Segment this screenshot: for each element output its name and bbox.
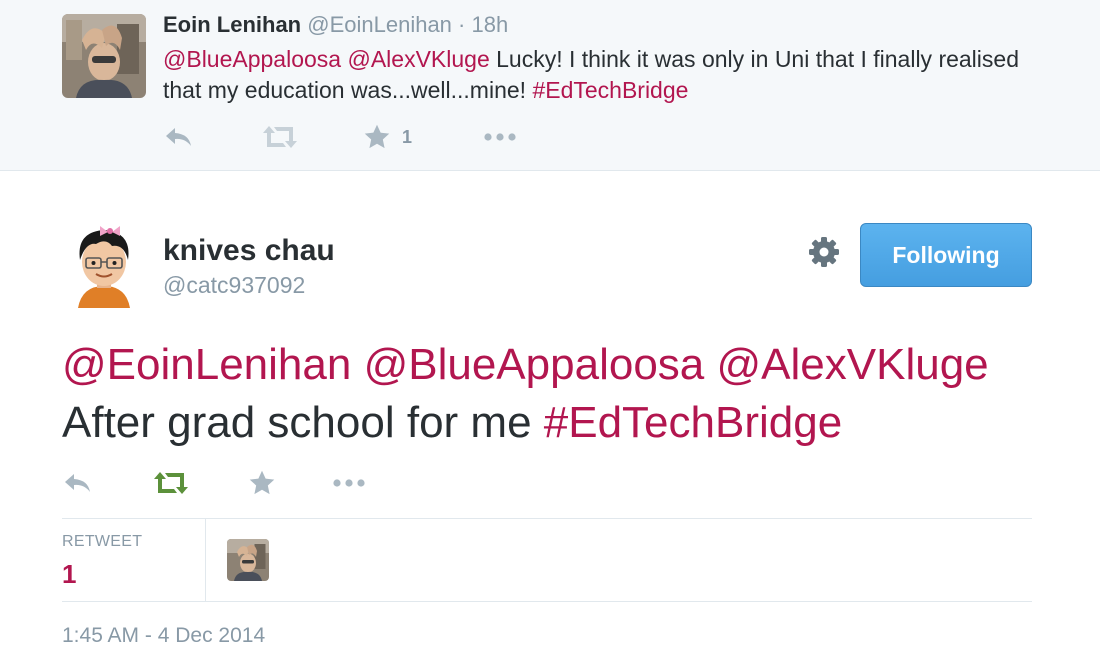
- star-icon: [364, 124, 390, 149]
- tweet-text: @BlueAppaloosa @AlexVKluge Lucky! I thin…: [163, 44, 1063, 106]
- avatar[interactable]: [62, 222, 146, 308]
- author-name[interactable]: Eoin Lenihan: [163, 12, 301, 37]
- favorite-count: 1: [402, 126, 413, 147]
- author-name[interactable]: knives chau: [163, 234, 335, 268]
- more-button[interactable]: [332, 466, 366, 500]
- tweet-header: Eoin Lenihan @EoinLenihan · 18h: [163, 12, 508, 38]
- hashtag-link[interactable]: #EdTechBridge: [532, 77, 688, 103]
- retweet-button[interactable]: [152, 466, 190, 500]
- avatar[interactable]: [62, 14, 146, 98]
- author-handle[interactable]: @catc937092: [163, 272, 305, 299]
- more-button[interactable]: [483, 120, 517, 154]
- retweet-icon: [154, 472, 188, 494]
- tweet-timestamp[interactable]: 1:45 AM - 4 Dec 2014: [62, 624, 265, 648]
- retweeter-avatar[interactable]: [227, 539, 269, 581]
- mention-link[interactable]: @BlueAppaloosa: [163, 46, 341, 72]
- user-actions-gear-button[interactable]: [806, 234, 842, 270]
- hashtag-link[interactable]: #EdTechBridge: [544, 398, 842, 447]
- tweet-time[interactable]: · 18h: [458, 12, 508, 37]
- mention-link[interactable]: @BlueAppaloosa: [364, 340, 705, 389]
- gear-icon: [809, 237, 839, 267]
- more-dots-icon: [333, 479, 365, 487]
- tweet-stats: RETWEET 1: [62, 518, 1032, 602]
- following-button[interactable]: Following: [860, 223, 1032, 287]
- favorite-button[interactable]: 1: [362, 120, 412, 154]
- retweet-stat-label[interactable]: RETWEET: [62, 533, 142, 551]
- star-icon: [249, 470, 275, 495]
- mention-link[interactable]: @AlexVKluge: [717, 340, 989, 389]
- mention-link[interactable]: @EoinLenihan: [62, 340, 351, 389]
- more-dots-icon: [484, 133, 516, 141]
- reply-button[interactable]: [62, 466, 94, 500]
- author-handle[interactable]: @EoinLenihan: [307, 12, 452, 37]
- retweet-button[interactable]: [261, 120, 299, 154]
- tweet-text: @EoinLenihan @BlueAppaloosa @AlexVKluge A…: [62, 336, 1062, 452]
- reply-button[interactable]: [163, 120, 195, 154]
- reply-icon: [166, 128, 191, 146]
- retweet-icon: [263, 126, 297, 148]
- mention-link[interactable]: @AlexVKluge: [347, 46, 489, 72]
- parent-tweet[interactable]: Eoin Lenihan @EoinLenihan · 18h @BlueApp…: [0, 0, 1100, 171]
- stat-divider: [205, 519, 206, 601]
- favorite-button[interactable]: [247, 466, 277, 500]
- reply-icon: [65, 474, 90, 492]
- tweet-body: After grad school for me: [62, 398, 544, 447]
- retweet-stat-count[interactable]: 1: [62, 559, 76, 590]
